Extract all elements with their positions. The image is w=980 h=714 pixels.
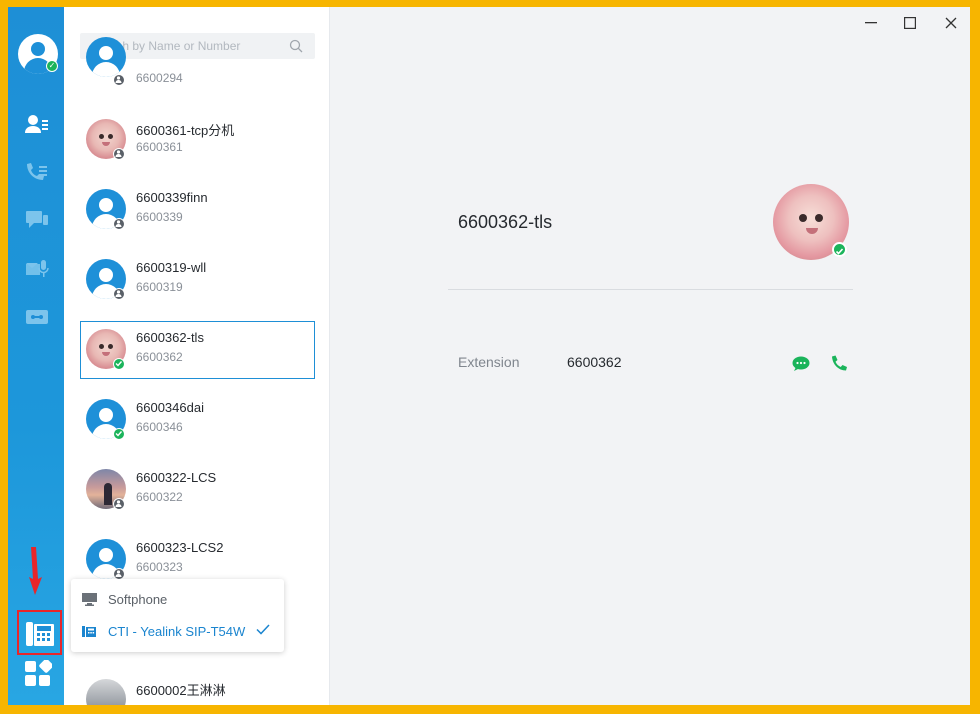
my-status-online-icon: ✓ xyxy=(46,60,58,72)
device-selector-button[interactable] xyxy=(17,610,62,655)
devices-icon[interactable] xyxy=(24,306,50,328)
contact-row[interactable]: 6600339finn 6600339 xyxy=(80,181,315,239)
minimize-button[interactable] xyxy=(860,13,882,33)
contact-name: 6600002王淋淋 xyxy=(136,683,226,698)
contact-row[interactable]: 6600346dai 6600346 xyxy=(80,391,315,449)
apps-icon[interactable] xyxy=(24,660,52,688)
device-option-cti[interactable]: CTI - Yealink SIP-T54W xyxy=(82,621,245,641)
call-history-icon[interactable] xyxy=(24,161,50,183)
status-online-icon xyxy=(113,428,125,440)
contact-row-selected[interactable]: 6600362-tls 6600362 xyxy=(80,321,315,379)
contact-avatar xyxy=(86,37,126,77)
contacts-icon[interactable] xyxy=(24,113,50,135)
device-option-softphone[interactable]: Softphone xyxy=(82,589,167,609)
contact-number: 6600362 xyxy=(136,350,183,364)
computer-icon xyxy=(82,592,98,606)
contact-row[interactable]: 6600361-tcp分机 6600361 xyxy=(80,111,315,169)
voicemail-icon[interactable] xyxy=(24,258,50,280)
contact-name: 6600346dai xyxy=(136,400,204,415)
contact-name: 6600339finn xyxy=(136,190,208,205)
divider xyxy=(448,289,853,290)
status-offline-icon xyxy=(113,148,125,160)
contact-name: 6600323-LCS2 xyxy=(136,540,224,555)
contact-name: 6600362-tls xyxy=(136,330,204,345)
desk-phone-icon xyxy=(25,621,54,646)
device-menu: Softphone CTI - Yealink SIP-T54W xyxy=(71,579,284,652)
extension-value: 6600362 xyxy=(567,354,622,370)
contact-row[interactable]: 6600002王淋淋 xyxy=(80,671,315,705)
contact-number: 6600361 xyxy=(136,140,183,154)
contact-number: 6600294 xyxy=(136,71,183,85)
status-offline-icon xyxy=(113,74,125,86)
contact-display-name: 6600362-tls xyxy=(458,212,553,232)
messages-icon[interactable] xyxy=(24,209,50,231)
contact-number: 6600339 xyxy=(136,210,183,224)
contact-number: 6600323 xyxy=(136,560,183,574)
contact-row[interactable]: 6600322-LCS 6600322 xyxy=(80,461,315,519)
contact-name: 6600361-tcp分机 xyxy=(136,123,235,138)
red-arrow-annotation xyxy=(29,547,42,595)
contact-name: 6600322-LCS xyxy=(136,470,217,485)
call-icon[interactable] xyxy=(828,354,850,374)
nav-rail: ✓ xyxy=(8,7,64,705)
maximize-button[interactable] xyxy=(899,13,921,33)
contact-avatar xyxy=(86,679,126,705)
contact-number: 6600346 xyxy=(136,420,183,434)
status-offline-icon xyxy=(113,288,125,300)
device-option-label: Softphone xyxy=(108,591,168,607)
contact-number: 6600322 xyxy=(136,490,183,504)
status-offline-icon xyxy=(113,498,125,510)
status-offline-icon xyxy=(113,218,125,230)
contact-number: 6600319 xyxy=(136,280,183,294)
desk-phone-icon xyxy=(82,625,98,637)
extension-label: Extension xyxy=(458,354,520,370)
status-online-icon xyxy=(832,242,847,257)
contact-row[interactable]: 6600294 xyxy=(80,37,315,107)
device-option-label: CTI - Yealink SIP-T54W xyxy=(108,623,246,639)
contact-row[interactable]: 6600319-wll 6600319 xyxy=(80,251,315,309)
check-icon xyxy=(256,624,270,635)
status-online-icon xyxy=(113,358,125,370)
contact-name: 6600319-wll xyxy=(136,260,207,275)
close-button[interactable] xyxy=(940,13,962,33)
chat-icon[interactable] xyxy=(790,354,812,374)
contact-detail-panel: 6600362-tls Extension 6600362 xyxy=(330,7,970,705)
app-window: ✓ Search by Name or Number 6600294 66003… xyxy=(8,7,970,705)
